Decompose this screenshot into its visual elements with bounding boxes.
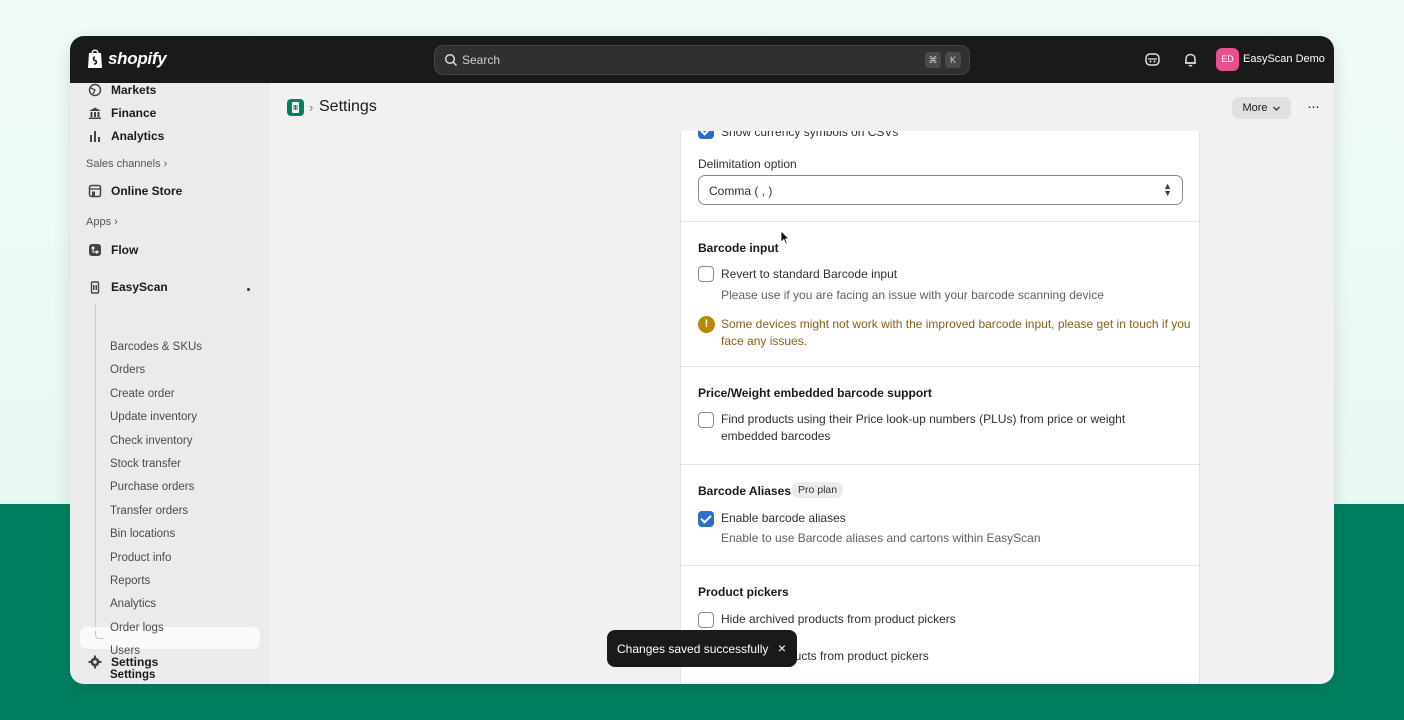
- sidebar-item-analytics[interactable]: Analytics: [88, 126, 164, 146]
- page-title: Settings: [319, 98, 377, 115]
- more-actions-button[interactable]: More: [1232, 97, 1291, 119]
- pickers-option-2-label[interactable]: ducts from product pickers: [788, 648, 929, 665]
- toast-message: Changes saved successfully: [617, 642, 769, 656]
- active-item-highlight: [80, 627, 260, 649]
- search-bar[interactable]: Search ⌘ K: [434, 45, 970, 75]
- apps-heading[interactable]: Apps ›: [86, 216, 118, 228]
- sidebar-item-easyscan[interactable]: EasyScan: [88, 277, 168, 297]
- revert-barcode-checkbox[interactable]: [698, 266, 714, 282]
- plu-checkbox[interactable]: [698, 412, 714, 428]
- divider: [681, 464, 1199, 465]
- settings-card: Show currency symbols on CSVs Delimitati…: [680, 131, 1200, 684]
- delimitation-select[interactable]: Comma ( , ) ▲ ▼: [698, 175, 1183, 205]
- pinned-indicator: [247, 288, 250, 291]
- sidebar-item-label: EasyScan: [111, 280, 168, 294]
- sidebar-subitem[interactable]: Barcodes & SKUs: [110, 341, 202, 353]
- store-icon: [88, 184, 102, 198]
- sidebar-subitem[interactable]: Analytics: [110, 598, 156, 610]
- sidebar-subitem[interactable]: Reports: [110, 575, 150, 587]
- sidebar-subitem[interactable]: Product info: [110, 552, 171, 564]
- sidebar-item-markets[interactable]: Markets: [88, 83, 156, 100]
- sidebar-subitem[interactable]: Bin locations: [110, 528, 175, 540]
- select-caret-icon: ▲ ▼: [1163, 181, 1172, 198]
- tree-hook: [95, 631, 104, 639]
- flow-icon: [89, 244, 101, 256]
- sidebar-item-flow[interactable]: Flow: [88, 240, 138, 260]
- sidebar-subitem[interactable]: Stock transfer: [110, 458, 181, 470]
- toast-notification: Changes saved successfully ×: [607, 630, 797, 667]
- shopify-bag-icon: [88, 49, 102, 68]
- toast-close-button[interactable]: ×: [778, 640, 786, 656]
- sidekick-icon[interactable]: [1144, 51, 1161, 68]
- sidebar-subitem[interactable]: Orders: [110, 364, 145, 376]
- revert-barcode-label[interactable]: Revert to standard Barcode input: [721, 266, 897, 283]
- plu-label[interactable]: Find products using their Price look-up …: [721, 411, 1171, 445]
- more-label: More: [1242, 102, 1268, 114]
- shortcut-cmd-key: ⌘: [925, 52, 941, 68]
- barcode-scanner-icon: [292, 102, 299, 113]
- sales-channels-heading[interactable]: Sales channels ›: [86, 158, 167, 170]
- pro-plan-badge: Pro plan: [792, 482, 844, 498]
- sidebar-item-label: Settings: [111, 655, 159, 669]
- easyscan-app-icon[interactable]: [287, 99, 304, 116]
- delimitation-label: Delimitation option: [698, 157, 797, 171]
- brand-name: shopify: [108, 48, 167, 68]
- divider: [681, 565, 1199, 566]
- barcode-aliases-heading: Barcode Aliases: [698, 484, 791, 498]
- sidebar-item-label: Finance: [111, 106, 157, 120]
- tree-line: [95, 305, 96, 635]
- hide-archived-label[interactable]: Hide archived products from product pick…: [721, 611, 956, 628]
- search-placeholder: Search: [462, 53, 501, 67]
- sidebar-subitem[interactable]: Create order: [110, 388, 175, 400]
- divider: [681, 221, 1199, 222]
- enable-aliases-help: Enable to use Barcode aliases and carton…: [721, 531, 1041, 545]
- csv-currency-checkbox[interactable]: [698, 131, 714, 139]
- sidebar-subitem[interactable]: Update inventory: [110, 411, 197, 423]
- sidebar-subitem[interactable]: Purchase orders: [110, 481, 194, 493]
- sidebar-item-label: Analytics: [111, 129, 165, 143]
- top-bar: shopify Search ⌘ K ED EasyScan Demo: [70, 36, 1334, 83]
- sidebar-subitem[interactable]: Check inventory: [110, 435, 192, 447]
- main-content: › Settings More ··· Show currency symbol…: [270, 83, 1334, 684]
- shopify-logo[interactable]: shopify: [86, 48, 167, 69]
- easyscan-icon: [90, 281, 100, 294]
- sidebar-item-settings[interactable]: Settings: [88, 652, 158, 672]
- bar-chart-icon: [90, 131, 100, 142]
- sidebar-item-finance[interactable]: Finance: [88, 103, 156, 123]
- sidebar-item-label: Online Store: [111, 184, 183, 198]
- sidebar-subitem[interactable]: Order logs: [110, 622, 164, 634]
- app-window: shopify Search ⌘ K ED EasyScan Demo Mark…: [70, 36, 1334, 684]
- product-pickers-heading: Product pickers: [698, 585, 789, 599]
- page-header: › Settings More ···: [270, 83, 1334, 131]
- sidebar: Markets Finance Analytics Sales channels…: [70, 83, 270, 684]
- sidebar-subitem[interactable]: Transfer orders: [110, 505, 188, 517]
- csv-currency-label: Show currency symbols on CSVs: [721, 131, 899, 139]
- search-icon: [444, 53, 458, 67]
- sidebar-item-online-store[interactable]: Online Store: [88, 181, 182, 201]
- revert-barcode-help: Please use if you are facing an issue wi…: [721, 288, 1104, 302]
- divider: [681, 366, 1199, 367]
- mouse-cursor-icon: [780, 230, 790, 245]
- shortcut-k-key: K: [945, 52, 961, 68]
- bell-icon[interactable]: [1182, 51, 1199, 68]
- gear-icon: [88, 655, 102, 669]
- barcode-warning-text: Some devices might not work with the imp…: [721, 317, 1191, 348]
- warning-icon: !: [698, 316, 715, 333]
- kebab-menu-button[interactable]: ···: [1302, 97, 1324, 119]
- chevron-down-icon: [1272, 106, 1280, 111]
- globe-icon: [88, 83, 102, 97]
- store-name[interactable]: EasyScan Demo: [1243, 53, 1325, 65]
- barcode-input-heading: Barcode input: [698, 241, 779, 255]
- delimitation-value: Comma ( , ): [709, 184, 773, 198]
- enable-aliases-checkbox[interactable]: [698, 511, 714, 527]
- hide-archived-checkbox[interactable]: [698, 612, 714, 628]
- price-weight-heading: Price/Weight embedded barcode support: [698, 386, 932, 400]
- avatar[interactable]: ED: [1216, 48, 1239, 71]
- sidebar-item-label: Flow: [111, 243, 139, 257]
- breadcrumb-separator: ›: [309, 100, 314, 115]
- bank-icon: [89, 107, 101, 119]
- sidebar-item-label: Markets: [111, 83, 157, 97]
- enable-aliases-label[interactable]: Enable barcode aliases: [721, 510, 846, 527]
